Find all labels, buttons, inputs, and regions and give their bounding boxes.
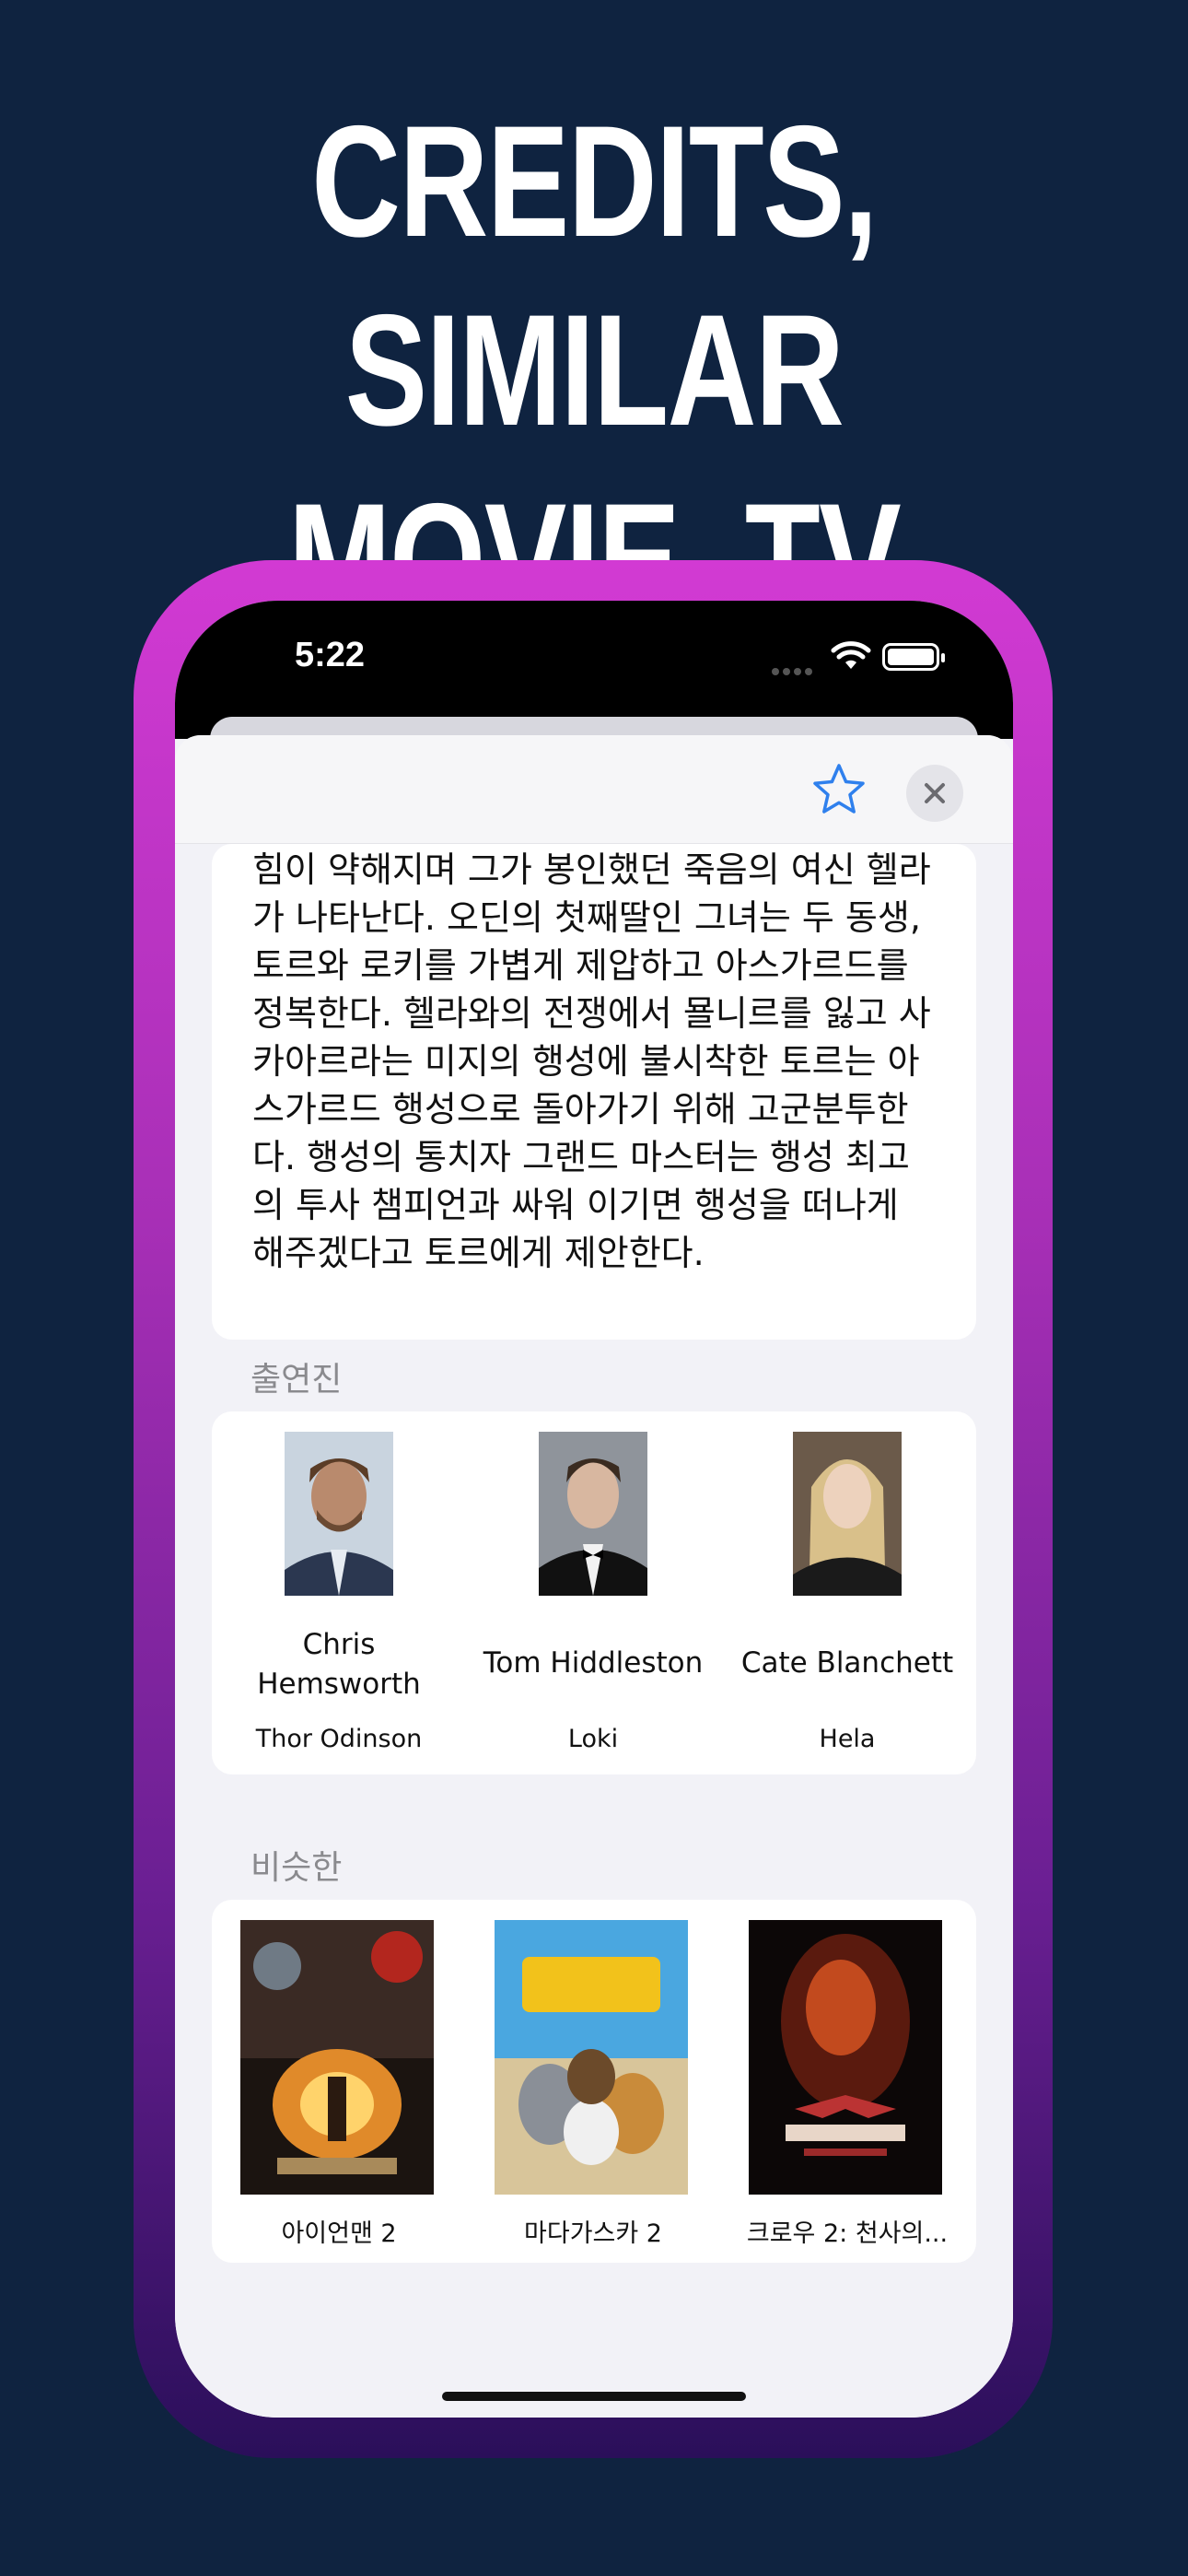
similar-card: 아이언맨 2 마다가스카 2 크로우 2: 천사의... — [212, 1900, 976, 2263]
movie-poster — [240, 1920, 434, 2195]
cast-name: Tom Hiddleston — [483, 1646, 704, 1680]
similar-section-title: 비슷한 — [250, 1849, 343, 1887]
overview-text: 힘이 약해지며 그가 봉인했던 죽음의 여신 헬라가 나타난다. 오딘의 첫째딸… — [252, 849, 931, 1273]
sheet-navbar — [175, 735, 1013, 844]
close-button[interactable] — [906, 765, 963, 822]
close-icon — [925, 783, 945, 803]
cast-photo — [285, 1432, 393, 1596]
headline-line-1: CREDITS, SIMILAR — [311, 93, 878, 459]
movie-poster — [749, 1920, 942, 2195]
overview-card: 힘이 약해지며 그가 봉인했던 죽음의 여신 헬라가 나타난다. 오딘의 첫째딸… — [212, 844, 976, 1340]
cast-name: Chris Hemsworth — [257, 1628, 421, 1701]
cast-photo — [793, 1432, 902, 1596]
movie-title: 크로우 2: 천사의... — [746, 2219, 949, 2248]
cellular-signal-icon — [772, 662, 818, 675]
cast-card: Chris Hemsworth Thor Odinson Tom Hiddles… — [212, 1411, 976, 1774]
cast-character: Loki — [567, 1725, 619, 1753]
detail-sheet: 힘이 약해지며 그가 봉인했던 죽음의 여신 헬라가 나타난다. 오딘의 첫째딸… — [175, 735, 1013, 2418]
cast-name: Cate Blanchett — [740, 1646, 954, 1680]
movie-title: 아이언맨 2 — [281, 2219, 397, 2248]
star-outline-icon[interactable] — [810, 761, 868, 818]
wifi-icon — [831, 641, 871, 669]
movie-poster — [495, 1920, 688, 2195]
battery-icon — [882, 643, 945, 671]
movie-title: 마다가스카 2 — [524, 2219, 662, 2248]
home-indicator[interactable] — [442, 2392, 746, 2401]
status-time: 5:22 — [295, 636, 366, 674]
cast-character: Hela — [819, 1725, 876, 1753]
phone-screen: 5:22 힘이 약해지며 그가 봉인했던 죽음의 여신 헬라가 나타난다. 오딘… — [175, 601, 1013, 2418]
cast-section-title: 출연진 — [250, 1361, 343, 1399]
cast-photo — [539, 1432, 647, 1596]
cast-character: Thor Odinson — [255, 1725, 423, 1753]
